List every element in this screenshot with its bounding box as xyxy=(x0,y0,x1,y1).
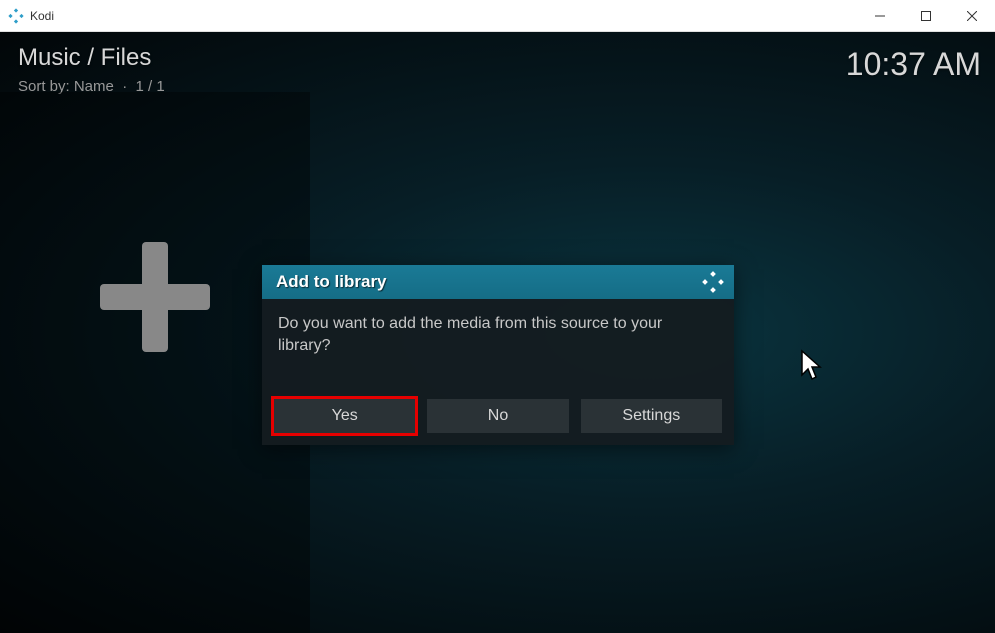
kodi-icon xyxy=(702,271,724,298)
window-title: Kodi xyxy=(30,9,54,23)
no-button[interactable]: No xyxy=(427,399,568,433)
settings-button[interactable]: Settings xyxy=(581,399,722,433)
maximize-button[interactable] xyxy=(903,0,949,32)
app-icon xyxy=(8,8,24,24)
app-content: Music / Files Sort by: Name · 1 / 1 10:3… xyxy=(0,32,995,633)
add-source-button[interactable] xyxy=(100,242,210,352)
clock: 10:37 AM xyxy=(846,46,981,83)
titlebar: Kodi xyxy=(0,0,995,32)
dialog-header: Add to library xyxy=(262,265,734,299)
app-window: Kodi Music / Files Sort by: Name · 1 / 1… xyxy=(0,0,995,633)
dialog-body: Do you want to add the media from this s… xyxy=(262,299,734,399)
dialog-title: Add to library xyxy=(276,272,387,292)
minimize-button[interactable] xyxy=(857,0,903,32)
breadcrumb: Music / Files xyxy=(18,44,151,72)
cursor-icon xyxy=(800,349,826,390)
plus-icon xyxy=(100,242,210,352)
yes-button[interactable]: Yes xyxy=(274,399,415,433)
add-to-library-dialog: Add to library Do you want to add the me… xyxy=(262,265,734,445)
dialog-message: Do you want to add the media from this s… xyxy=(278,313,718,358)
window-controls xyxy=(857,0,995,32)
dialog-buttons: Yes No Settings xyxy=(262,399,734,445)
close-button[interactable] xyxy=(949,0,995,32)
